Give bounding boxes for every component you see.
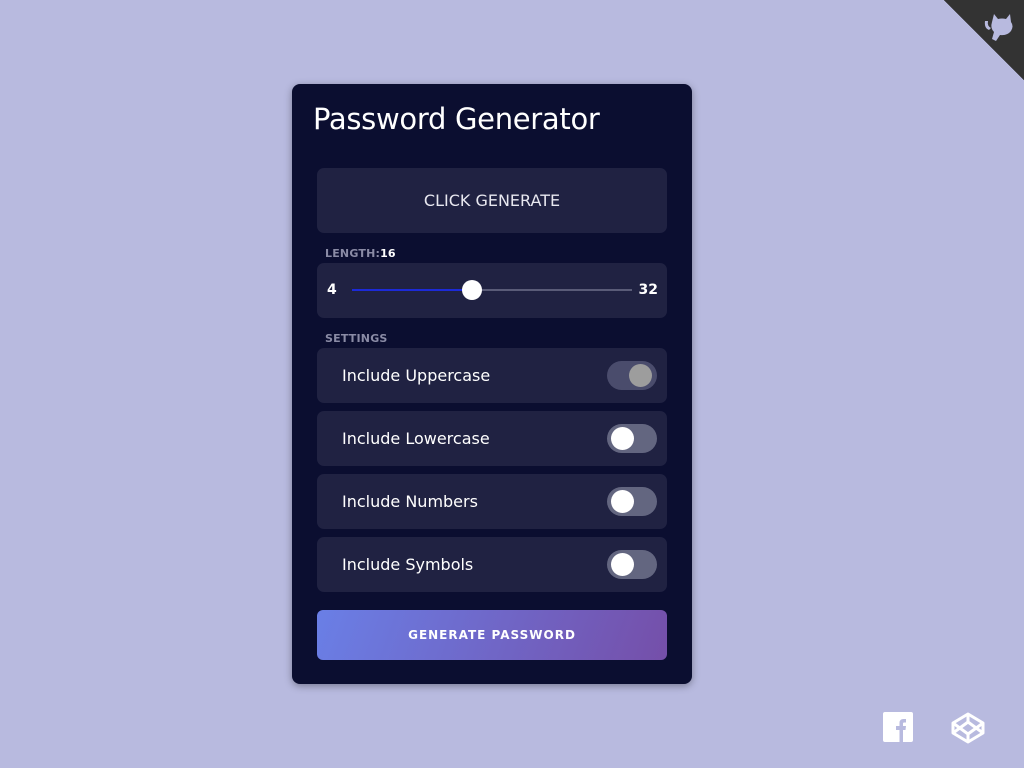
- uppercase-toggle[interactable]: [607, 361, 657, 390]
- length-slider-panel: 4 32: [317, 263, 667, 318]
- length-value: 16: [380, 247, 396, 260]
- slider-thumb[interactable]: [462, 280, 482, 300]
- length-min: 4: [327, 282, 337, 298]
- toggle-knob: [611, 553, 634, 576]
- symbols-toggle[interactable]: [607, 550, 657, 579]
- length-label: LENGTH:16: [325, 247, 396, 260]
- setting-numbers: Include Numbers: [317, 474, 667, 529]
- password-generator-card: Password Generator CLICK GENERATE LENGTH…: [292, 84, 692, 684]
- numbers-toggle[interactable]: [607, 487, 657, 516]
- length-slider[interactable]: [352, 280, 632, 300]
- lowercase-toggle[interactable]: [607, 424, 657, 453]
- setting-label: Include Lowercase: [342, 429, 490, 448]
- password-result-display[interactable]: CLICK GENERATE: [317, 168, 667, 233]
- setting-uppercase: Include Uppercase: [317, 348, 667, 403]
- settings-label: SETTINGS: [325, 332, 388, 345]
- codepen-link[interactable]: [951, 712, 985, 749]
- toggle-knob: [611, 427, 634, 450]
- password-result-text: CLICK GENERATE: [423, 191, 561, 210]
- generate-password-button[interactable]: GENERATE PASSWORD: [317, 610, 667, 660]
- toggle-knob: [611, 490, 634, 513]
- toggle-knob: [629, 364, 652, 387]
- slider-fill: [352, 289, 472, 291]
- github-octocat-icon: [984, 14, 1013, 41]
- setting-symbols: Include Symbols: [317, 537, 667, 592]
- length-label-text: LENGTH:: [325, 247, 381, 260]
- setting-label: Include Symbols: [342, 555, 474, 574]
- setting-lowercase: Include Lowercase: [317, 411, 667, 466]
- length-max: 32: [638, 282, 658, 298]
- setting-label: Include Numbers: [342, 492, 478, 511]
- codepen-icon: [951, 712, 985, 744]
- facebook-link[interactable]: [883, 712, 913, 747]
- page-title: Password Generator: [313, 102, 600, 136]
- setting-label: Include Uppercase: [342, 366, 491, 385]
- github-corner-link[interactable]: [944, 0, 1024, 80]
- facebook-icon: [883, 712, 913, 742]
